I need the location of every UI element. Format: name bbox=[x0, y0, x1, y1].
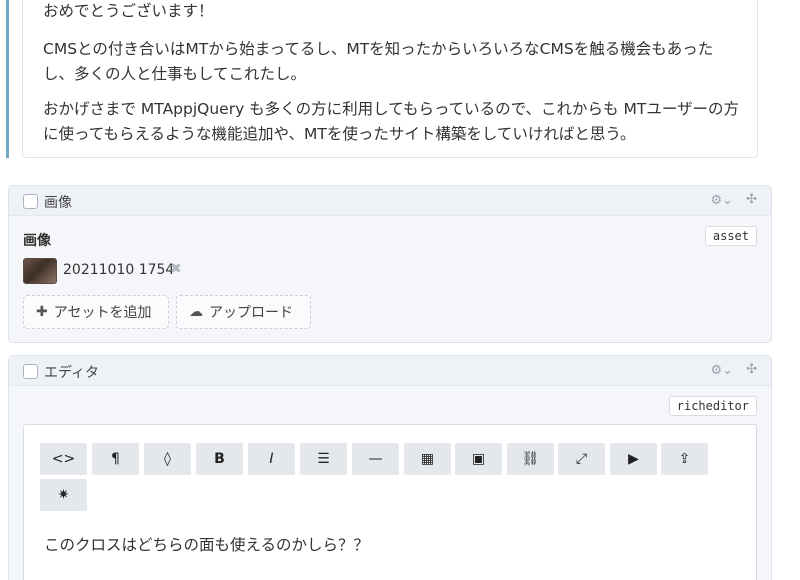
editor-block: エディタ ⚙︎⌄ ✣ richeditor <> ¶ ◊ B I ☰ — ▦ ▣… bbox=[8, 355, 772, 580]
list-icon[interactable]: ☰ bbox=[300, 443, 347, 475]
rich-text-editor[interactable]: <> ¶ ◊ B I ☰ — ▦ ▣ ⛓ ⤢ ▶ ⇪ ✷ このクロスはどちらの面… bbox=[23, 424, 757, 580]
image-block-checkbox[interactable] bbox=[23, 194, 38, 209]
editor-type-badge: richeditor bbox=[668, 396, 757, 416]
move-handle-icon[interactable]: ✣ bbox=[746, 192, 757, 207]
plus-icon: ✚ bbox=[36, 304, 48, 320]
text-block-panel: おめでとうございます！ CMSとの付き合いはMTから始まってるし、MTを知ったか… bbox=[22, 0, 758, 158]
italic-icon[interactable]: I bbox=[248, 443, 295, 475]
editor-content[interactable]: このクロスはどちらの面も使えるのかしら？？ bbox=[44, 533, 369, 555]
code-icon[interactable]: <> bbox=[40, 443, 87, 475]
upload-icon[interactable]: ⇪ bbox=[661, 443, 708, 475]
remove-asset-icon[interactable]: ✖ bbox=[170, 261, 182, 277]
paragraph-icon[interactable]: ¶ bbox=[92, 443, 139, 475]
fullscreen-icon[interactable]: ⤢ bbox=[558, 443, 605, 475]
text-paragraph-3: おかげさまで MTAppjQuery も多くの方に利用してもらっているので、これ… bbox=[43, 100, 740, 143]
text-paragraph-2: CMSとの付き合いはMTから始まってるし、MTを知ったからいろいろなCMSを触る… bbox=[43, 40, 714, 83]
image-icon[interactable]: ▣ bbox=[455, 443, 502, 475]
add-asset-button[interactable]: ✚ アセットを追加 bbox=[23, 295, 169, 329]
asset-thumbnail[interactable] bbox=[23, 258, 57, 284]
settings-icon[interactable]: ✷ bbox=[40, 479, 87, 511]
asset-type-badge: asset bbox=[704, 226, 757, 246]
image-field-label: 画像 bbox=[23, 233, 51, 249]
editor-block-header: エディタ ⚙︎⌄ ✣ bbox=[9, 356, 771, 386]
editor-block-checkbox[interactable] bbox=[23, 364, 38, 379]
upload-button[interactable]: ☁ アップロード bbox=[176, 295, 311, 329]
text-paragraph-1: おめでとうございます！ bbox=[43, 2, 214, 20]
video-icon[interactable]: ▶ bbox=[610, 443, 657, 475]
upload-label: アップロード bbox=[209, 305, 293, 321]
editor-block-title: エディタ bbox=[44, 365, 100, 381]
image-block-title: 画像 bbox=[44, 195, 72, 211]
horizontal-rule-icon[interactable]: — bbox=[352, 443, 399, 475]
link-icon[interactable]: ⛓ bbox=[507, 443, 554, 475]
color-drop-icon[interactable]: ◊ bbox=[144, 443, 191, 475]
blockquote-accent-line bbox=[6, 0, 9, 158]
table-icon[interactable]: ▦ bbox=[404, 443, 451, 475]
image-block: 画像 ⚙︎⌄ ✣ 画像 asset 20211010 1754 ✖ ✚ アセット… bbox=[8, 185, 772, 343]
asset-name: 20211010 1754 bbox=[63, 262, 175, 278]
bold-icon[interactable]: B bbox=[196, 443, 243, 475]
gear-dropdown-icon[interactable]: ⚙︎⌄ bbox=[710, 193, 733, 208]
gear-dropdown-icon[interactable]: ⚙︎⌄ bbox=[710, 363, 733, 378]
image-block-header: 画像 ⚙︎⌄ ✣ bbox=[9, 186, 771, 216]
add-asset-label: アセットを追加 bbox=[53, 305, 152, 321]
cloud-upload-icon: ☁ bbox=[189, 304, 203, 320]
move-handle-icon[interactable]: ✣ bbox=[746, 362, 757, 377]
